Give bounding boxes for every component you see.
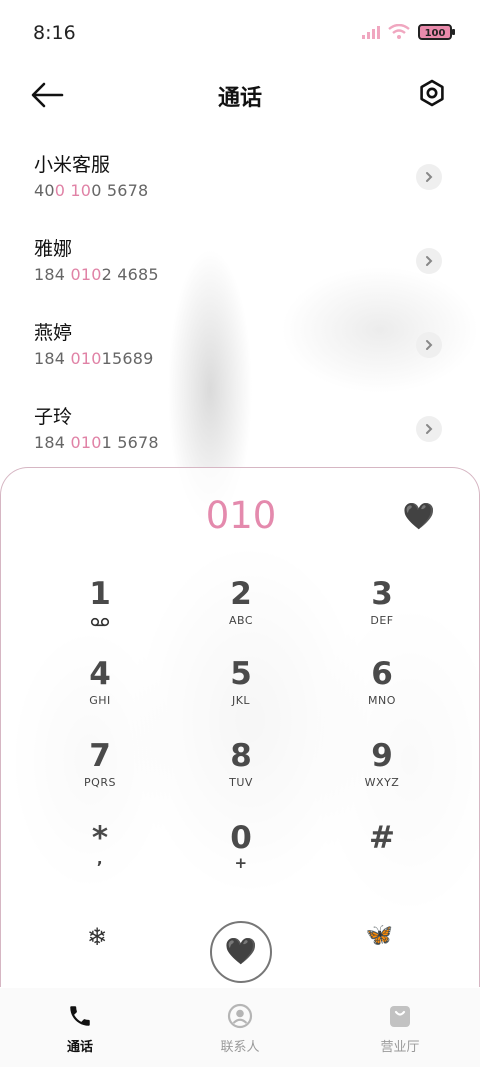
page-title: 通话 <box>217 86 262 111</box>
chevron-right-icon <box>426 424 433 434</box>
list-item[interactable]: 子玲 184 0101 5678 <box>0 386 480 470</box>
list-item[interactable]: 小米客服 400 100 5678 <box>0 134 480 218</box>
key-star[interactable]: * , <box>50 820 150 896</box>
key-letters: + <box>234 854 248 872</box>
contact-name: 燕婷 <box>34 322 73 344</box>
dialpad-panel: 010 🖤 1 2 ABC 3 DEF 4 GHI 5 JKL 6 MNO 7 … <box>0 467 480 987</box>
snowflake-icon: ❄ <box>87 923 108 951</box>
key-digit: 0 <box>230 820 252 856</box>
key-8[interactable]: 8 TUV <box>191 738 291 814</box>
contact-number: 184 0101 5678 <box>34 433 159 452</box>
key-digit: 9 <box>371 738 393 774</box>
key-letters: DEF <box>370 614 394 627</box>
favorite-heart-button[interactable]: 🖤 <box>403 502 435 532</box>
details-button[interactable] <box>416 416 442 442</box>
key-letters: ABC <box>228 614 254 627</box>
chevron-right-icon <box>426 172 433 182</box>
key-letters: MNO <box>368 694 396 707</box>
nav-tab-store[interactable]: 营业厅 <box>340 988 460 1055</box>
key-6[interactable]: 6 MNO <box>332 656 432 732</box>
key-letters: TUV <box>229 776 253 789</box>
key-0[interactable]: 0 + <box>191 820 291 896</box>
nav-label: 营业厅 <box>380 1040 420 1055</box>
status-time: 8:16 <box>33 22 76 44</box>
key-letters: GHI <box>89 694 111 707</box>
chevron-right-icon <box>426 340 433 350</box>
details-button[interactable] <box>416 164 442 190</box>
battery-icon: 100 <box>418 24 455 40</box>
key-digit: 6 <box>371 656 393 692</box>
key-4[interactable]: 4 GHI <box>50 656 150 732</box>
key-digit: 3 <box>371 576 393 612</box>
key-letters: PQRS <box>84 776 116 789</box>
contact-name: 子玲 <box>34 406 73 428</box>
chevron-right-icon <box>426 256 433 266</box>
status-bar: 8:16 100 <box>0 0 480 68</box>
nav-tab-calls[interactable]: 通话 <box>20 988 140 1055</box>
nav-label: 联系人 <box>220 1040 260 1055</box>
key-3[interactable]: 3 DEF <box>332 576 432 652</box>
signal-icon <box>362 26 380 39</box>
contact-number: 184 01015689 <box>34 349 154 368</box>
key-7[interactable]: 7 PQRS <box>50 738 150 814</box>
contact-name: 雅娜 <box>34 238 73 260</box>
key-1[interactable]: 1 <box>50 576 150 652</box>
bottom-nav: 通话 联系人 营业厅 <box>0 988 480 1067</box>
status-icons: 100 <box>362 24 455 40</box>
key-letters: WXYZ <box>364 776 400 789</box>
call-button[interactable]: 🖤 <box>210 921 272 983</box>
key-9[interactable]: 9 WXYZ <box>332 738 432 814</box>
butterfly-button[interactable]: 🦋 <box>366 923 393 948</box>
details-button[interactable] <box>416 332 442 358</box>
heart-icon: 🖤 <box>402 502 435 532</box>
butterfly-icon: 🦋 <box>365 923 393 948</box>
contact-number: 400 100 5678 <box>34 181 149 200</box>
snowflake-button[interactable]: ❄ <box>87 923 107 951</box>
contact-icon <box>227 1003 253 1029</box>
key-hash[interactable]: # <box>332 820 432 896</box>
details-button[interactable] <box>416 248 442 274</box>
phone-icon <box>70 1006 90 1026</box>
contact-name: 小米客服 <box>34 154 111 176</box>
list-item[interactable]: 燕婷 184 01015689 <box>0 302 480 386</box>
key-digit: 5 <box>230 656 252 692</box>
contact-number: 184 0102 4685 <box>34 265 159 284</box>
key-letters: , <box>96 850 104 868</box>
call-list: 小米客服 400 100 5678 雅娜 184 0102 4685 燕婷 18… <box>0 134 480 470</box>
key-digit: # <box>369 820 395 856</box>
key-2[interactable]: 2 ABC <box>191 576 291 652</box>
key-digit: 2 <box>230 576 252 612</box>
key-letters: JKL <box>231 694 251 707</box>
key-digit: 8 <box>230 738 252 774</box>
nav-tab-contacts[interactable]: 联系人 <box>180 988 300 1055</box>
wifi-icon <box>388 24 410 39</box>
key-digit: 7 <box>89 738 111 774</box>
list-item[interactable]: 雅娜 184 0102 4685 <box>0 218 480 302</box>
heart-icon: 🖤 <box>224 937 258 967</box>
header: 通话 <box>0 70 480 120</box>
key-5[interactable]: 5 JKL <box>191 656 291 732</box>
gear-icon <box>420 79 444 107</box>
key-digit: 4 <box>89 656 111 692</box>
shopping-bag-icon <box>390 1006 410 1027</box>
settings-button[interactable] <box>417 78 447 108</box>
voicemail-icon <box>90 617 110 627</box>
key-digit: 1 <box>89 576 111 612</box>
nav-label: 通话 <box>66 1040 93 1055</box>
